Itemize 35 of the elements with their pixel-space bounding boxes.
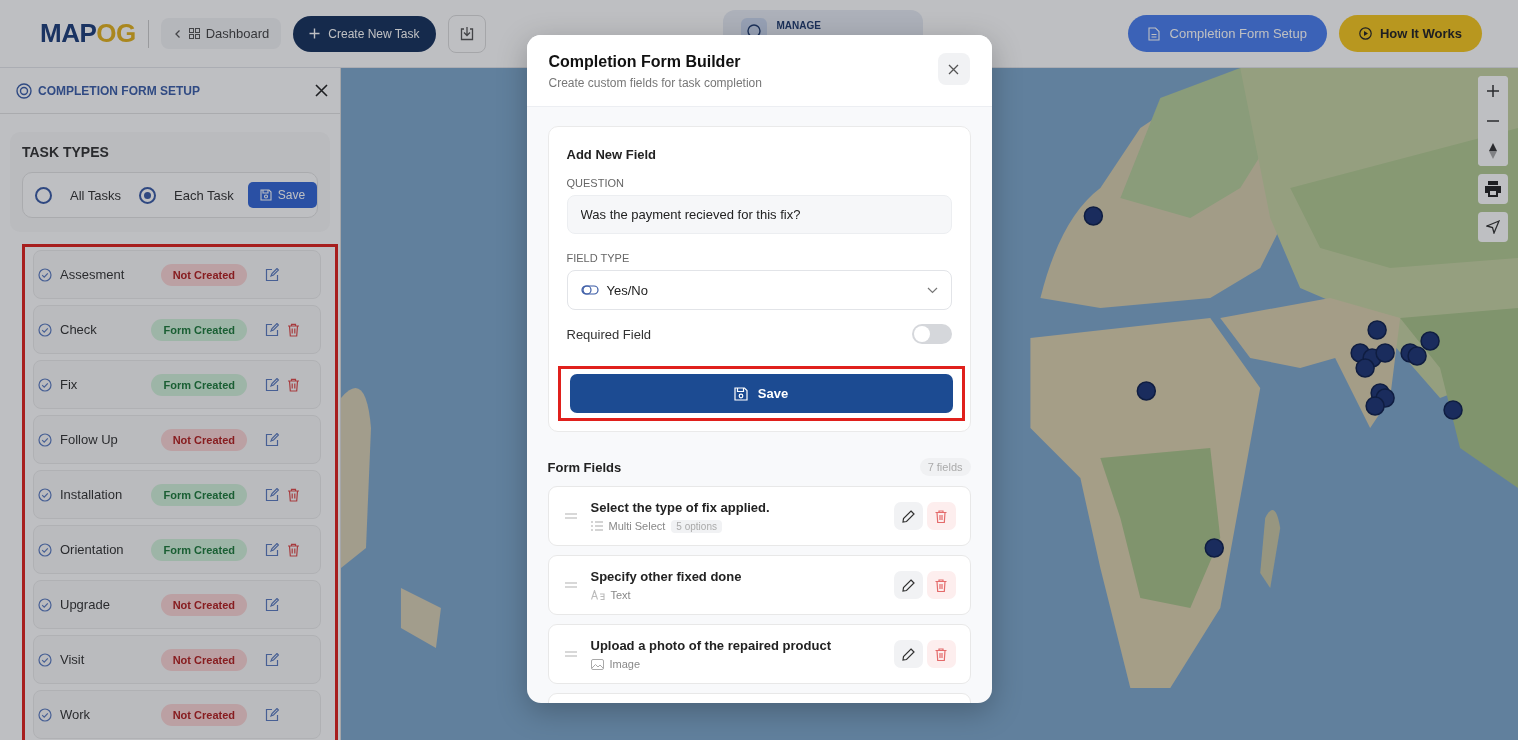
status-badge: Form Created [151, 538, 247, 561]
status-badge: Form Created [151, 483, 247, 506]
status-badge: Form Created [151, 373, 247, 396]
section-title: Form Fields [547, 459, 622, 475]
task-name: Fix [60, 377, 79, 392]
field-question: Specify other fixed done [590, 569, 743, 584]
field-type: Image [609, 658, 641, 670]
field-type: Multi Select [608, 520, 666, 532]
task-name: Follow Up [60, 432, 119, 447]
field-question: Select the type of fix applied. [590, 499, 771, 515]
task-name: Orientation [60, 542, 125, 557]
status-badge: Not Created [160, 428, 247, 451]
field-label: FIELD TYPE [566, 252, 631, 264]
field-type: Text [610, 589, 631, 601]
dialog-subtitle: Create custom fields for task completion [548, 76, 763, 90]
field-count-badge: 7 fields [919, 458, 971, 476]
task-name: Visit [60, 652, 86, 667]
status-badge: Not Created [160, 703, 247, 726]
status-badge: Not Created [160, 593, 247, 616]
section-title: TASK TYPES [22, 144, 110, 160]
status-badge: Not Created [160, 263, 247, 286]
field-question: Upload a photo of the repaired product [590, 638, 832, 653]
dialog-title: Completion Form Builder [548, 53, 742, 71]
task-name: Upgrade [60, 597, 111, 612]
options-badge: 5 options [671, 519, 722, 533]
task-name: Assesment [60, 267, 126, 282]
status-badge: Form Created [151, 318, 247, 341]
task-name: Work [60, 707, 92, 722]
sidebar-title: COMPLETION FORM SETUP [38, 83, 200, 98]
field-label: QUESTION [566, 177, 625, 189]
status-badge: Not Created [160, 648, 247, 671]
task-name: Installation [60, 487, 124, 502]
task-name: Check [60, 322, 98, 337]
required-label: Required Field [566, 326, 652, 342]
card-heading: Add New Field [566, 147, 658, 162]
